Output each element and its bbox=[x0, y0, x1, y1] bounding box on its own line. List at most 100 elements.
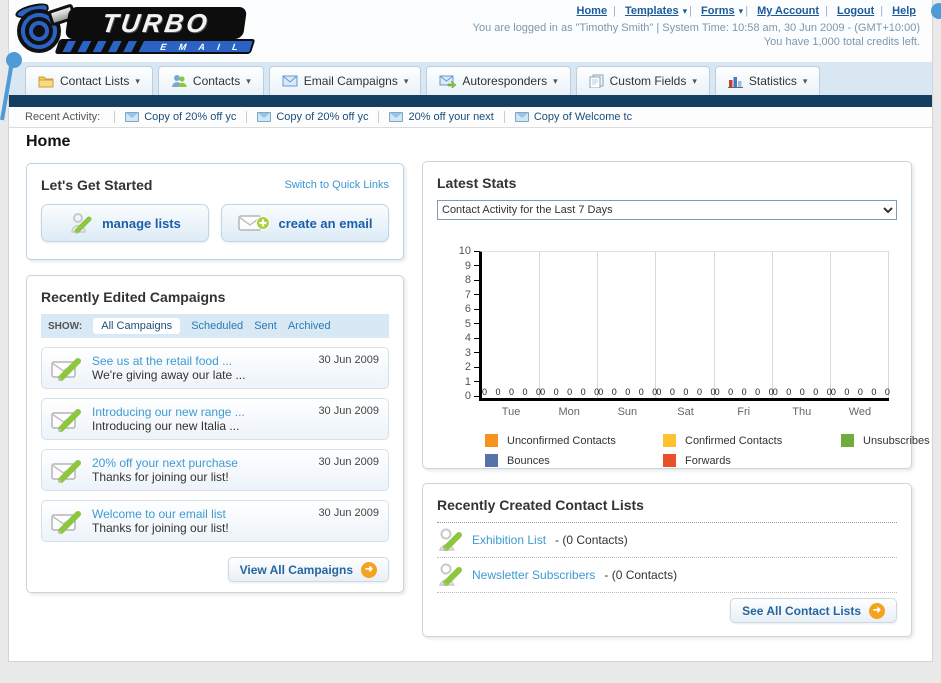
contacts-icon bbox=[171, 75, 187, 87]
create-email-label: create an email bbox=[278, 215, 373, 231]
envelope-icon bbox=[257, 112, 272, 122]
chevron-down-icon: ▾ bbox=[553, 75, 558, 86]
recent-activity-link: Copy of 20% off yc bbox=[144, 111, 237, 123]
credits-text: You have 1,000 total credits left. bbox=[763, 36, 920, 48]
bar-value-labels: 0 0 0 0 0 bbox=[772, 387, 835, 397]
tab-label: Custom Fields bbox=[609, 74, 687, 88]
chevron-down-icon: ▾ bbox=[135, 75, 140, 86]
main-nav-tabbar: Contact Lists ▾ Contacts ▾ Email Campaig… bbox=[9, 62, 932, 95]
tab-contact-lists[interactable]: Contact Lists ▾ bbox=[25, 66, 153, 95]
bar-value-labels: 0 0 0 0 0 bbox=[656, 387, 719, 397]
nav-link-help[interactable]: Help bbox=[892, 5, 916, 17]
legend-swatch bbox=[841, 434, 854, 447]
envelope-icon bbox=[514, 112, 529, 122]
chart-y-axis: 10 9 8 7 6 5 4 3 2 1 0 bbox=[455, 246, 479, 402]
folder-icon bbox=[38, 76, 54, 88]
tab-autoresponders[interactable]: Autoresponders ▾ bbox=[426, 66, 571, 95]
edit-campaign-icon bbox=[51, 358, 81, 381]
campaign-subtitle: Thanks for joining our list! bbox=[92, 521, 229, 535]
tab-custom-fields[interactable]: Custom Fields ▾ bbox=[575, 66, 710, 95]
page-title: Home bbox=[26, 133, 71, 150]
turbo-email-logo[interactable]: TURBO E M A I L bbox=[14, 1, 256, 55]
separator: | bbox=[613, 5, 616, 17]
top-nav-links: Home | Templates ▾ | Forms ▾ | My Account | Lo… bbox=[573, 5, 921, 17]
new-email-icon bbox=[237, 215, 270, 231]
nav-link-forms[interactable]: Forms bbox=[701, 5, 735, 17]
filter-sent[interactable]: Sent bbox=[254, 320, 277, 332]
nav-link-templates[interactable]: Templates bbox=[625, 5, 679, 17]
contact-activity-chart: 10 9 8 7 6 5 4 3 2 1 0 0 0 0 0 0 0 0 0 0… bbox=[455, 246, 890, 402]
edit-campaign-icon bbox=[51, 409, 81, 432]
recently-created-contact-lists-panel: Recently Created Contact Lists Exhibitio… bbox=[422, 483, 912, 637]
chart-day-column: 0 0 0 0 0 bbox=[656, 252, 719, 398]
legend-label: Confirmed Contacts bbox=[685, 434, 783, 447]
recent-activity-item[interactable]: 20% off your next bbox=[378, 111, 503, 123]
bar-value-labels: 0 0 0 0 0 bbox=[482, 387, 545, 397]
tab-label: Statistics bbox=[748, 74, 797, 88]
chart-day-column: 0 0 0 0 0 bbox=[772, 252, 835, 398]
tab-email-campaigns[interactable]: Email Campaigns ▾ bbox=[268, 66, 422, 95]
legend-label: Bounces bbox=[507, 454, 550, 467]
separator: | bbox=[689, 5, 692, 17]
tab-statistics[interactable]: Statistics ▾ bbox=[714, 66, 821, 95]
manage-lists-button[interactable]: manage lists bbox=[41, 204, 209, 242]
forms-dropdown-arrow-icon[interactable]: ▾ bbox=[739, 6, 744, 16]
filter-archived[interactable]: Archived bbox=[288, 320, 331, 332]
campaign-row[interactable]: 20% off your next purchase Thanks for jo… bbox=[41, 449, 389, 491]
campaign-title-link[interactable]: Introducing our new range ... bbox=[92, 405, 309, 419]
filter-all-campaigns[interactable]: All Campaigns bbox=[93, 318, 181, 334]
campaign-filter-bar: SHOW: All Campaigns Scheduled Sent Archi… bbox=[41, 314, 389, 338]
see-all-contact-lists-button[interactable]: See All Contact Lists ➜ bbox=[730, 598, 897, 623]
see-all-contact-lists-label: See All Contact Lists bbox=[742, 603, 861, 618]
recent-activity-item[interactable]: Copy of 20% off yc bbox=[114, 111, 246, 123]
campaign-date: 30 Jun 2009 bbox=[318, 456, 379, 468]
chart-day-column: 0 0 0 0 0 bbox=[715, 252, 774, 398]
chart-day-column: 0 0 0 0 0 bbox=[482, 252, 545, 398]
logo-wordmark: TURBO bbox=[64, 7, 248, 39]
nav-link-my-account[interactable]: My Account bbox=[757, 5, 819, 17]
app-window: TURBO E M A I L Home | Templates ▾ | Forms ▾… bbox=[8, 0, 933, 662]
filter-scheduled[interactable]: Scheduled bbox=[191, 320, 243, 332]
switch-quick-links-link[interactable]: Switch to Quick Links bbox=[284, 179, 389, 191]
campaign-row[interactable]: Introducing our new range ... Introducin… bbox=[41, 398, 389, 440]
campaign-title-link[interactable]: 20% off your next purchase bbox=[92, 456, 309, 470]
legend-label: Forwards bbox=[685, 454, 731, 467]
recent-activity-link: Copy of Welcome tc bbox=[533, 111, 633, 123]
contact-list-item[interactable]: Exhibition List - (0 Contacts) bbox=[437, 523, 897, 558]
view-all-campaigns-button[interactable]: View All Campaigns ➜ bbox=[227, 557, 389, 582]
contact-list-link[interactable]: Exhibition List bbox=[472, 533, 546, 547]
stats-report-select[interactable]: Contact Activity for the Last 7 Days bbox=[437, 200, 897, 220]
campaign-title-link[interactable]: See us at the retail food ... bbox=[92, 354, 309, 368]
navy-divider-bar bbox=[9, 95, 932, 107]
campaign-title-link[interactable]: Welcome to our email list bbox=[92, 507, 309, 521]
campaign-row[interactable]: Welcome to our email list Thanks for joi… bbox=[41, 500, 389, 542]
contact-lists-panel-title: Recently Created Contact Lists bbox=[437, 497, 644, 513]
chart-x-axis-labels: Tue Mon Sun Sat Fri Thu Wed bbox=[501, 406, 872, 418]
legend-item: Unsubscribes bbox=[841, 434, 930, 447]
campaign-subtitle: Introducing our new Italia ... bbox=[92, 419, 240, 433]
bar-value-labels: 0 0 0 0 0 bbox=[540, 387, 603, 397]
contact-list-item[interactable]: Newsletter Subscribers - (0 Contacts) bbox=[437, 558, 897, 593]
legend-item: Confirmed Contacts bbox=[663, 434, 841, 447]
create-email-button[interactable]: create an email bbox=[221, 204, 389, 242]
latest-stats-panel: Latest Stats Contact Activity for the La… bbox=[422, 161, 930, 469]
recent-activity-item[interactable]: Copy of Welcome tc bbox=[503, 111, 642, 123]
login-status-text: You are logged in as "Timothy Smith" | S… bbox=[472, 22, 920, 34]
envelope-icon bbox=[125, 112, 140, 122]
campaign-row[interactable]: See us at the retail food ... We're givi… bbox=[41, 347, 389, 389]
contact-list-link[interactable]: Newsletter Subscribers bbox=[472, 568, 595, 582]
nav-link-home[interactable]: Home bbox=[577, 5, 608, 17]
arrow-right-icon: ➜ bbox=[361, 561, 377, 578]
chart-day-column: 0 0 0 0 0 bbox=[540, 252, 603, 398]
legend-swatch bbox=[663, 434, 676, 447]
nav-link-logout[interactable]: Logout bbox=[837, 5, 874, 17]
campaign-date: 30 Jun 2009 bbox=[318, 354, 379, 366]
header: TURBO E M A I L Home | Templates ▾ | Forms ▾… bbox=[9, 0, 932, 62]
templates-dropdown-arrow-icon[interactable]: ▾ bbox=[683, 6, 688, 16]
logo-text-turbo: TURBO bbox=[100, 7, 212, 38]
recent-activity-item[interactable]: Copy of 20% off yc bbox=[246, 111, 378, 123]
tab-contacts[interactable]: Contacts ▾ bbox=[157, 66, 264, 95]
envelope-icon bbox=[282, 75, 298, 87]
legend-item: Bounces bbox=[485, 454, 663, 467]
recent-activity-label: Recent Activity: bbox=[25, 111, 101, 123]
